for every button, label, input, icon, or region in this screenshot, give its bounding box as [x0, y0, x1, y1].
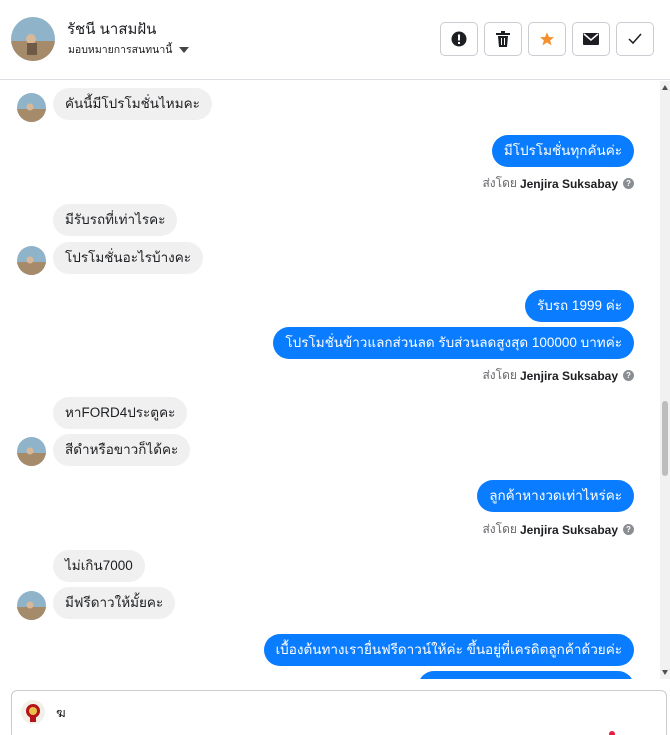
sent-by-prefix: ส่งโดย — [482, 522, 517, 536]
sent-by-prefix: ส่งโดย — [482, 368, 517, 382]
help-icon[interactable]: ? — [623, 178, 634, 189]
contact-avatar-small[interactable] — [17, 437, 46, 466]
assign-label: มอบหมายการสนทนานี้ — [68, 44, 173, 56]
header-actions — [440, 22, 654, 56]
message-composer — [11, 690, 667, 735]
sent-by-prefix: ส่งโดย — [482, 176, 517, 190]
outgoing-message[interactable]: ลูกค้าหางวดเท่าไหร่คะ — [477, 480, 634, 512]
incoming-message[interactable]: คันนี้มีโปรโมชั่นไหมคะ — [53, 88, 212, 120]
star-button[interactable] — [528, 22, 566, 56]
contact-avatar-small[interactable] — [17, 246, 46, 275]
trash-icon — [496, 31, 510, 47]
exclamation-icon — [451, 31, 467, 47]
incoming-message[interactable]: สีดำหรือขาวก็ได้คะ — [53, 434, 191, 466]
outgoing-message[interactable]: โปรโมชั่นข้าวแลกส่วนลด รับส่วนลดสูงสุด 1… — [273, 327, 634, 359]
sent-by-label: ส่งโดย Jenjira Suksabay ? — [482, 366, 634, 385]
page-avatar — [21, 700, 45, 724]
contact-avatar-small[interactable] — [17, 591, 46, 620]
outgoing-message[interactable]: รับรถ 1999 ค่ะ — [524, 290, 634, 322]
incoming-message[interactable]: หาFORD4ประตูคะ — [53, 397, 188, 429]
incoming-message[interactable]: ไม่เกิน7000 — [53, 550, 145, 582]
outgoing-message[interactable]: เบื้องต้นทางเรายื่นฟรีดาวน์ให้ค่ะ ขึ้นอย… — [263, 634, 634, 666]
incoming-message[interactable]: มีรับรถที่เท่าไรคะ — [53, 204, 178, 236]
assign-conversation-dropdown[interactable]: มอบหมายการสนทนานี้ — [68, 41, 190, 58]
sent-by-agent[interactable]: Jenjira Suksabay — [520, 523, 618, 537]
sent-by-label: ส่งโดย Jenjira Suksabay ? — [482, 174, 634, 193]
delete-button[interactable] — [484, 22, 522, 56]
help-icon[interactable]: ? — [623, 524, 634, 535]
chevron-down-icon — [179, 47, 190, 53]
scroll-up-arrow-icon[interactable] — [662, 85, 668, 90]
notification-dot-icon — [609, 731, 615, 735]
outgoing-message-partial[interactable] — [418, 671, 634, 679]
sent-by-label: ส่งโดย Jenjira Suksabay ? — [482, 520, 634, 539]
star-icon — [540, 32, 554, 46]
thread-scrollbar[interactable] — [660, 81, 670, 679]
message-thread[interactable]: คันนี้มีโปรโมชั่นไหมคะ มีโปรโมชั่นทุกคัน… — [0, 81, 660, 679]
check-icon — [628, 33, 642, 45]
conversation-header: รัชนี นาสมฝัน มอบหมายการสนทนานี้ — [0, 0, 670, 80]
scrollbar-thumb[interactable] — [662, 401, 668, 476]
mark-unread-button[interactable] — [572, 22, 610, 56]
sent-by-agent[interactable]: Jenjira Suksabay — [520, 369, 618, 383]
mark-done-button[interactable] — [616, 22, 654, 56]
sent-by-agent[interactable]: Jenjira Suksabay — [520, 177, 618, 191]
incoming-message[interactable]: โปรโมชั่นอะไรบ้างคะ — [53, 242, 204, 274]
contact-avatar-small[interactable] — [17, 93, 46, 122]
outgoing-message[interactable]: มีโปรโมชั่นทุกคันค่ะ — [491, 135, 634, 167]
mark-spam-button[interactable] — [440, 22, 478, 56]
envelope-icon — [583, 33, 599, 45]
contact-avatar[interactable] — [11, 17, 55, 61]
help-icon[interactable]: ? — [623, 370, 634, 381]
contact-name: รัชนี นาสมฝัน — [67, 21, 157, 38]
message-input[interactable] — [56, 705, 596, 720]
incoming-message[interactable]: มีฟรีดาวให้มั้ยคะ — [53, 587, 176, 619]
scroll-down-arrow-icon[interactable] — [662, 670, 668, 675]
